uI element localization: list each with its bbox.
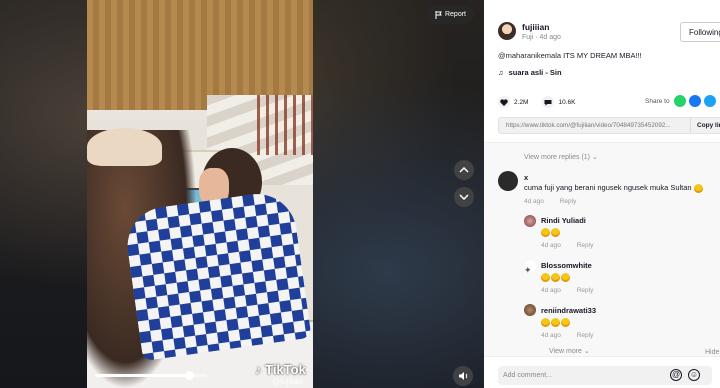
view-more-replies-bottom[interactable]: View more ⌄	[549, 347, 590, 355]
bird-icon: ✦	[524, 265, 532, 275]
comment-author[interactable]: x	[524, 173, 528, 182]
emoji-icon	[541, 317, 550, 327]
details-panel: fujiiian Fuji · 4d ago Following @mahara…	[484, 0, 720, 388]
comment-text: cuma fuji yang berani ngusek ngusek muka…	[524, 183, 704, 193]
flag-icon	[435, 10, 442, 19]
view-more-replies-label: View more replies (1)	[524, 154, 591, 161]
add-comment-bar: Add comment... @ ☺	[484, 356, 720, 388]
comment-count: 10.6K	[558, 98, 576, 106]
reply-avatar[interactable]	[524, 215, 536, 227]
reply-text	[541, 317, 571, 327]
comment-body: cuma fuji yang berani ngusek ngusek muka…	[524, 183, 692, 192]
reply-author[interactable]: Rindi Yuliadi	[541, 216, 586, 225]
reply-date: 4d ago	[541, 242, 561, 249]
author-avatar[interactable]	[498, 22, 516, 40]
emoji-icon	[561, 272, 570, 282]
music-title: suara asli - Sin	[508, 68, 562, 77]
comment-meta: 4d ago Reply	[524, 198, 590, 205]
video-progress-bar[interactable]	[95, 371, 207, 380]
whatsapp-icon[interactable]	[674, 95, 686, 107]
like-count: 2.2M	[514, 98, 529, 106]
volume-button[interactable]	[453, 366, 473, 386]
video-caption: @maharanikemala ITS MY DREAM MBA!!!	[498, 51, 642, 60]
chevron-down-icon: ⌄	[591, 154, 598, 161]
emoji-icon	[551, 272, 560, 282]
facebook-icon[interactable]	[689, 95, 701, 107]
post-time: 4d ago	[539, 34, 561, 41]
view-more-label: View more	[549, 348, 582, 355]
report-button[interactable]: Report	[427, 5, 474, 24]
chevron-down-icon	[459, 194, 469, 200]
chevron-down-icon: ⌄	[583, 348, 590, 355]
reply-avatar[interactable]: ✦	[524, 260, 536, 275]
view-more-replies-top[interactable]: View more replies (1) ⌄	[524, 153, 598, 161]
video-progress-fill	[95, 374, 190, 377]
engagement-stats: 2.2M 10.6K	[498, 96, 575, 108]
reply-meta: 4d ago Reply	[541, 332, 607, 339]
music-note-icon: ♫	[498, 68, 504, 77]
watermark-brand: TikTok	[265, 362, 306, 377]
like-button[interactable]: 2.2M	[498, 96, 528, 108]
video-scene-railing	[257, 95, 313, 155]
hide-replies-button[interactable]: Hide	[705, 349, 719, 356]
emoji-icon	[693, 183, 703, 193]
tiktok-logo-icon: ♪	[255, 362, 262, 377]
music-info[interactable]: ♫ suara asli - Sin	[498, 68, 562, 77]
reply-author[interactable]: Blossomwhite	[541, 261, 592, 270]
author-subline: Fuji · 4d ago	[522, 34, 561, 41]
emoji-icon	[561, 317, 570, 327]
share-label: Share to	[645, 98, 670, 105]
share-icons	[674, 95, 716, 107]
chevron-up-icon	[459, 167, 469, 173]
tiktok-watermark: ♪ TikTok	[255, 362, 306, 377]
emoji-icon	[551, 227, 560, 237]
author-display-name: Fuji	[522, 34, 534, 41]
add-comment-placeholder: Add comment...	[503, 372, 553, 379]
reply-text	[541, 272, 571, 282]
comment-date: 4d ago	[524, 198, 544, 205]
video-player[interactable]	[87, 0, 313, 388]
comment-button[interactable]: 10.6K	[542, 96, 575, 108]
author-username[interactable]: fujiiian	[522, 22, 549, 32]
comment-icon	[542, 96, 555, 108]
emoji-picker-icon[interactable]: ☺	[688, 369, 700, 381]
previous-video-button[interactable]	[454, 160, 474, 180]
reply-button[interactable]: Reply	[577, 242, 594, 249]
reply-date: 4d ago	[541, 332, 561, 339]
video-scene-checkered-sweater	[122, 188, 312, 362]
reply-avatar[interactable]	[524, 304, 536, 316]
emoji-icon	[541, 227, 550, 237]
watermark-username: @fujiiian	[272, 377, 303, 386]
reply-date: 4d ago	[541, 287, 561, 294]
reply-button[interactable]: Reply	[560, 198, 577, 205]
comment-avatar[interactable]	[498, 171, 518, 191]
speaker-icon	[458, 372, 467, 380]
caption-text: ITS MY DREAM MBA!!!	[561, 51, 642, 60]
twitter-icon[interactable]	[704, 95, 716, 107]
heart-icon	[498, 96, 510, 108]
reply-meta: 4d ago Reply	[541, 242, 607, 249]
mention-icon[interactable]: @	[670, 369, 682, 381]
reply-button[interactable]: Reply	[577, 332, 594, 339]
report-label: Report	[444, 11, 466, 18]
copy-link-button[interactable]: Copy link	[690, 118, 720, 133]
comments-section: View more replies (1) ⌄ x cuma fuji yang…	[484, 143, 720, 356]
share-link-row: https://www.tiktok.com/@fujiiian/video/7…	[498, 117, 720, 134]
reply-meta: 4d ago Reply	[541, 287, 607, 294]
next-video-button[interactable]	[454, 187, 474, 207]
reply-text	[541, 227, 561, 237]
caption-mention[interactable]: @maharanikemala	[498, 51, 561, 60]
reply-button[interactable]: Reply	[577, 287, 594, 294]
following-button[interactable]: Following	[680, 22, 720, 42]
video-stage: ♪ TikTok @fujiiian Report	[0, 0, 484, 388]
add-comment-input[interactable]: Add comment... @ ☺	[498, 366, 712, 385]
emoji-icon	[551, 317, 560, 327]
reply-author[interactable]: reniindrawati33	[541, 306, 596, 315]
video-scene-hat	[87, 128, 162, 166]
emoji-icon	[541, 272, 550, 282]
video-link[interactable]: https://www.tiktok.com/@fujiiian/video/7…	[499, 122, 690, 129]
video-progress-thumb[interactable]	[185, 371, 195, 380]
